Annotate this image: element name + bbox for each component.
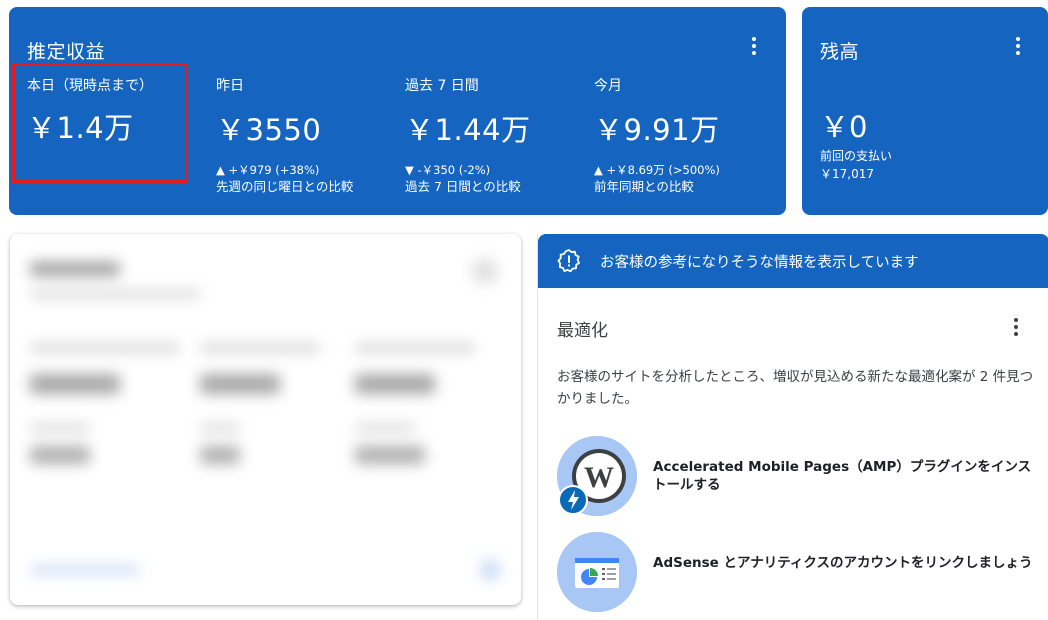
- metric-compare: 過去 7 日間との比較: [405, 179, 521, 194]
- insights-title: 最適化: [557, 321, 608, 341]
- insights-header-text: お客様の参考になりそうな情報を表示しています: [600, 255, 919, 271]
- earnings-title: 推定収益: [27, 41, 106, 63]
- metric-value: ￥1.44万: [405, 113, 531, 147]
- metric-delta: ▲ +￥8.69万 (>500%): [594, 163, 720, 177]
- balance-more-icon[interactable]: [1006, 34, 1030, 58]
- last-payment-amount: ￥17,017: [820, 167, 874, 181]
- metric-today[interactable]: 本日（現時点まで） ￥1.4万: [27, 77, 207, 147]
- metric-value: ￥3550: [216, 113, 322, 147]
- metric-compare: 先週の同じ曜日との比較: [216, 179, 354, 194]
- insights-description: お客様のサイトを分析したところ、増収が見込める新たな最適化案が 2 件見つかりま…: [557, 369, 1034, 407]
- earnings-more-icon[interactable]: [742, 34, 766, 58]
- blurred-card: [10, 234, 521, 605]
- estimated-earnings-card: 推定収益 本日（現時点まで） ￥1.4万 昨日 ￥3550 ▲ +￥979 (+…: [9, 7, 786, 215]
- metric-delta: ▼ -￥350 (-2%): [405, 163, 491, 177]
- svg-text:W: W: [584, 461, 614, 494]
- metric-value: ￥1.4万: [27, 111, 134, 145]
- metric-compare: 前年同期との比較: [594, 179, 694, 194]
- insight-badge-icon: [557, 249, 580, 273]
- recommendation-amp-plugin[interactable]: W Accelerated Mobile Pages（AMP）プラグインをインス…: [557, 436, 1031, 516]
- recommendation-text: AdSense とアナリティクスのアカウントをリンクしましょう: [653, 555, 1033, 571]
- balance-card: 残高 ￥0 前回の支払い ￥17,017: [802, 7, 1048, 215]
- metric-label: 過去 7 日間: [405, 78, 479, 94]
- recommendation-text: Accelerated Mobile Pages（AMP）プラグインをインストー…: [653, 459, 1032, 493]
- analytics-link-icon: [557, 532, 637, 612]
- wordpress-amp-icon: W: [557, 436, 637, 516]
- recommendation-link-analytics[interactable]: AdSense とアナリティクスのアカウントをリンクしましょう: [557, 532, 1033, 612]
- insights-card: お客様の参考になりそうな情報を表示しています 最適化 お客様のサイトを分析したと…: [537, 234, 1048, 620]
- metric-yesterday[interactable]: 昨日 ￥3550 ▲ +￥979 (+38%) 先週の同じ曜日との比較: [216, 77, 396, 195]
- insights-more-icon[interactable]: [1004, 315, 1028, 339]
- metric-delta: ▲ +￥979 (+38%): [216, 163, 320, 177]
- last-payment-label: 前回の支払い: [820, 149, 893, 163]
- metric-label: 昨日: [216, 78, 244, 94]
- metric-last-7-days[interactable]: 過去 7 日間 ￥1.44万 ▼ -￥350 (-2%) 過去 7 日間との比較: [405, 77, 585, 195]
- insights-header: お客様の参考になりそうな情報を表示しています: [538, 234, 1048, 288]
- balance-value: ￥0: [820, 110, 868, 144]
- blurred-content: [10, 234, 521, 605]
- balance-title: 残高: [820, 41, 860, 63]
- metric-this-month[interactable]: 今月 ￥9.91万 ▲ +￥8.69万 (>500%) 前年同期との比較: [594, 77, 774, 195]
- metric-label: 本日（現時点まで）: [27, 78, 153, 94]
- metric-value: ￥9.91万: [594, 113, 720, 147]
- metric-label: 今月: [594, 78, 622, 94]
